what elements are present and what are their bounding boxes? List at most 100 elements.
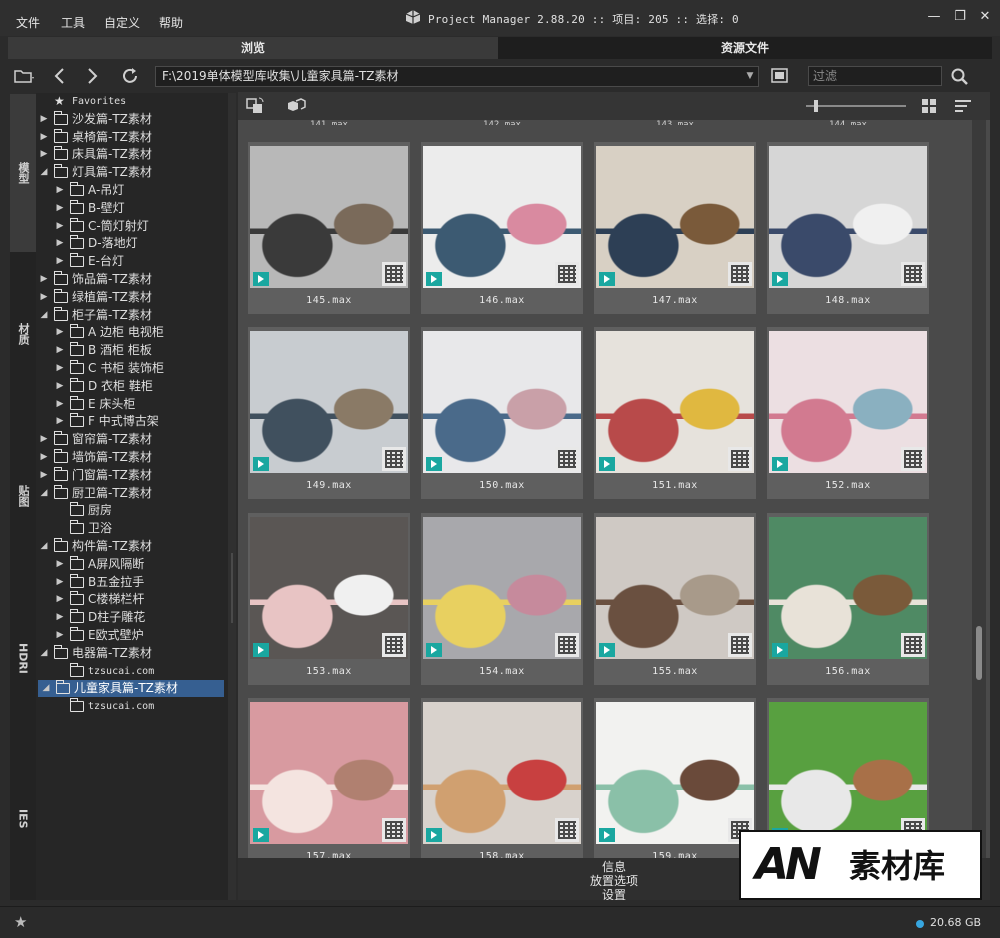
tree-item[interactable]: ▶ 桌椅篇-TZ素材	[36, 128, 228, 146]
tree-item[interactable]: ▶ B-壁灯	[36, 199, 228, 217]
tree-item[interactable]: ▶ D柱子雕花	[36, 609, 228, 626]
model-thumbnail[interactable]	[769, 517, 927, 659]
tree-item[interactable]: ▶ C楼梯栏杆	[36, 591, 228, 608]
collapse-arrow-icon[interactable]: ▶	[55, 218, 65, 235]
collapse-arrow-icon[interactable]: ▶	[55, 556, 65, 573]
model-tile[interactable]: 156.max	[767, 513, 929, 685]
model-thumbnail[interactable]	[596, 331, 754, 473]
collapse-arrow-icon[interactable]: ▶	[55, 360, 65, 377]
tree-item[interactable]: ▶ 绿植篇-TZ素材	[36, 288, 228, 306]
tree-item[interactable]: ▶ C-筒灯射灯	[36, 217, 228, 235]
model-tile[interactable]: 155.max	[594, 513, 756, 685]
chevron-down-icon[interactable]: ▼	[742, 66, 758, 87]
scrollbar-thumb[interactable]	[976, 626, 982, 680]
tree-item[interactable]: ▶ B五金拉手	[36, 573, 228, 591]
tab-assets[interactable]: 资源文件	[498, 37, 992, 59]
model-thumbnail[interactable]	[250, 146, 408, 288]
thumbnail-size-slider[interactable]	[806, 100, 906, 112]
collapse-arrow-icon[interactable]: ▶	[55, 627, 65, 644]
model-thumbnail[interactable]	[769, 146, 927, 288]
tree-item[interactable]: ▶ 饰品篇-TZ素材	[36, 271, 228, 288]
filter-input[interactable]: 过滤	[808, 66, 942, 86]
menu-tools[interactable]: 工具	[61, 14, 85, 31]
expand-arrow-icon[interactable]: ◢	[39, 538, 49, 555]
model-thumbnail[interactable]	[423, 702, 581, 844]
vtab-material[interactable]: 材质	[10, 254, 36, 414]
vtab-ies[interactable]: IES	[10, 740, 36, 898]
refresh-icon[interactable]	[118, 65, 142, 87]
tree-item[interactable]: ▶ E-台灯	[36, 253, 228, 270]
model-thumbnail[interactable]	[596, 702, 754, 844]
picture-frame-icon[interactable]	[768, 65, 792, 87]
splitter-grip[interactable]	[231, 553, 233, 623]
collapse-arrow-icon[interactable]: ▶	[55, 574, 65, 591]
expand-arrow-icon[interactable]: ◢	[41, 680, 51, 697]
model-tile[interactable]: 153.max	[248, 513, 410, 685]
panel-splitter[interactable]	[228, 93, 236, 900]
collapse-arrow-icon[interactable]: ▶	[39, 111, 49, 128]
search-icon[interactable]	[948, 65, 972, 87]
collapse-arrow-icon[interactable]: ▶	[39, 271, 49, 288]
close-button[interactable]: ✕	[977, 9, 993, 25]
model-thumbnail[interactable]	[250, 517, 408, 659]
tree-item[interactable]: ◢ 柜子篇-TZ素材	[36, 306, 228, 324]
collapse-arrow-icon[interactable]: ▶	[39, 146, 49, 163]
collapse-arrow-icon[interactable]: ▶	[55, 413, 65, 430]
model-thumbnail[interactable]	[250, 331, 408, 473]
collapse-arrow-icon[interactable]: ▶	[55, 253, 65, 270]
model-thumbnail[interactable]	[250, 702, 408, 844]
model-tile[interactable]: 148.max	[767, 142, 929, 314]
tree-item[interactable]: ▶ E 床头柜	[36, 395, 228, 413]
expand-arrow-icon[interactable]: ◢	[39, 485, 49, 502]
folder-menu-icon[interactable]	[12, 65, 36, 87]
forward-arrow-icon[interactable]	[80, 65, 104, 87]
tree-item[interactable]: ▶ D-落地灯	[36, 235, 228, 252]
collapse-arrow-icon[interactable]: ▶	[55, 378, 65, 395]
model-thumbnail[interactable]	[769, 702, 927, 844]
restore-button[interactable]: ❐	[952, 9, 968, 25]
slider-handle[interactable]	[814, 100, 818, 112]
vtab-hdri[interactable]: HDRI	[10, 578, 36, 738]
model-thumbnail[interactable]	[596, 146, 754, 288]
grid-scrollbar[interactable]	[972, 120, 986, 858]
collapse-arrow-icon[interactable]: ▶	[55, 200, 65, 217]
collapse-arrow-icon[interactable]: ▶	[55, 591, 65, 608]
model-tile[interactable]: 151.max	[594, 327, 756, 499]
collapse-arrow-icon[interactable]: ▶	[39, 449, 49, 466]
expand-arrow-icon[interactable]: ◢	[39, 164, 49, 181]
tree-item[interactable]: ▶ 门窗篇-TZ素材	[36, 466, 228, 484]
menu-customize[interactable]: 自定义	[104, 14, 140, 31]
model-tile[interactable]: 158.max	[421, 698, 583, 858]
swap-view-icon[interactable]	[244, 95, 268, 117]
tree-item[interactable]: ▶ F 中式博古架	[36, 413, 228, 430]
tree-item[interactable]: ◢ 灯具篇-TZ素材	[36, 164, 228, 181]
tree-item[interactable]: ▶ A-吊灯	[36, 182, 228, 199]
menu-help[interactable]: 帮助	[159, 14, 183, 31]
tree-item[interactable]: ▶ A屏风隔断	[36, 555, 228, 573]
tree-item[interactable]: ◢ 构件篇-TZ素材	[36, 538, 228, 555]
collapse-arrow-icon[interactable]: ▶	[39, 289, 49, 306]
tree-item[interactable]: tzsucai.com	[36, 698, 228, 715]
collapse-arrow-icon[interactable]: ▶	[39, 431, 49, 448]
tree-item[interactable]: ★ Favorites	[36, 93, 228, 110]
tab-browse[interactable]: 浏览	[8, 37, 498, 59]
model-tile[interactable]: 145.max	[248, 142, 410, 314]
tree-item[interactable]: tzsucai.com	[36, 662, 228, 680]
expand-arrow-icon[interactable]: ◢	[39, 307, 49, 324]
collapse-arrow-icon[interactable]: ▶	[55, 235, 65, 252]
menu-file[interactable]: 文件	[16, 14, 40, 31]
tree-item[interactable]: ▶ 床具篇-TZ素材	[36, 146, 228, 163]
model-tile[interactable]: 147.max	[594, 142, 756, 314]
collapse-arrow-icon[interactable]: ▶	[39, 129, 49, 146]
collapse-arrow-icon[interactable]: ▶	[39, 467, 49, 484]
minimize-button[interactable]: —	[926, 9, 942, 25]
sort-icon[interactable]	[952, 95, 976, 117]
model-tile[interactable]: 150.max	[421, 327, 583, 499]
collapse-arrow-icon[interactable]: ▶	[55, 182, 65, 199]
expand-arrow-icon[interactable]: ◢	[39, 645, 49, 662]
tree-item[interactable]: ▶ 窗帘篇-TZ素材	[36, 431, 228, 448]
path-input[interactable]: F:\2019单体模型库收集\儿童家具篇-TZ素材	[155, 66, 759, 87]
model-thumbnail[interactable]	[596, 517, 754, 659]
tree-item[interactable]: 卫浴	[36, 520, 228, 537]
model-thumbnail[interactable]	[423, 331, 581, 473]
